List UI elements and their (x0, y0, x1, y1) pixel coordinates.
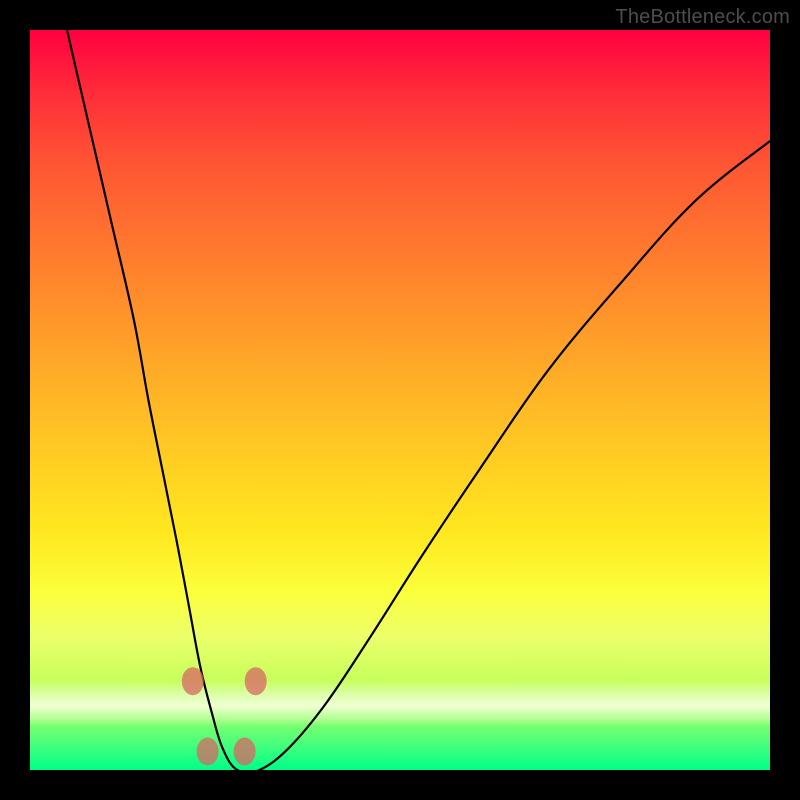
curve-marker (182, 667, 204, 695)
curve-marker (245, 667, 267, 695)
curve-marker (197, 738, 219, 766)
curve-marker (234, 738, 256, 766)
watermark-text: TheBottleneck.com (615, 6, 790, 29)
bottleneck-curve (67, 30, 770, 773)
curve-layer (30, 30, 770, 770)
chart-frame: TheBottleneck.com (0, 0, 800, 800)
plot-area (30, 30, 770, 770)
